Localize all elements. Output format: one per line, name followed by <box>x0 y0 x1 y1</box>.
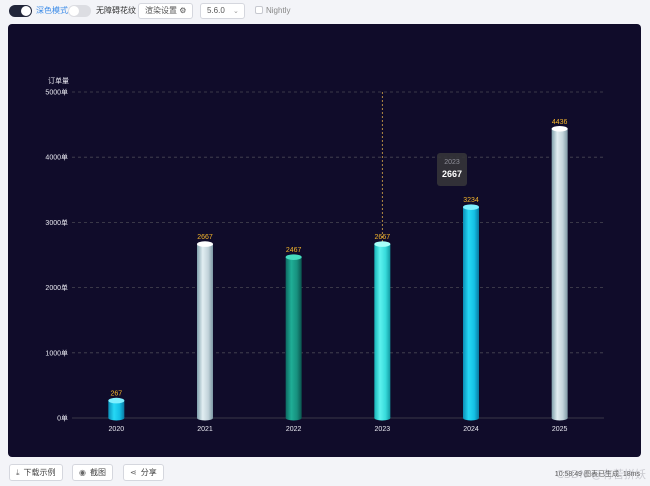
bar-layer: 267 2667 2467 2667 3234 4436 <box>108 119 568 421</box>
y-tick-label: 5000单 <box>45 88 68 97</box>
bottom-bar: ⤓ 下载示例 ◉ 截图 ⋖ 分享 10:58:49 图表已生成, 18ms CSDN … <box>0 461 650 486</box>
bar-base <box>285 415 302 421</box>
bar-base <box>551 415 568 421</box>
download-button[interactable]: ⤓ 下载示例 <box>9 464 63 481</box>
screenshot-button[interactable]: ◉ 截图 <box>72 464 113 481</box>
tooltip-value: 2667 <box>441 169 463 179</box>
axis-layer: 0单 1000单 2000单 3000单 4000单 5000单 2020 2021 2022 2… <box>45 88 567 434</box>
bar: 2667 <box>197 234 213 421</box>
share-icon: ⋖ <box>130 468 137 477</box>
version-select[interactable]: 5.6.0 ⌄ <box>200 3 245 19</box>
bar-value-label: 2467 <box>286 247 302 254</box>
grid-layer <box>72 91 604 419</box>
x-tick-label: 2024 <box>463 426 479 433</box>
version-value: 5.6.0 <box>207 6 225 15</box>
y-tick-label: 0单 <box>57 414 68 423</box>
render-settings-label: 渲染设置 <box>145 6 177 15</box>
watermark: CSDN @有苦拼妖 <box>556 468 646 481</box>
decal-toggle[interactable] <box>68 5 91 17</box>
bar-value-label: 3234 <box>463 197 479 204</box>
x-tick-label: 2020 <box>109 426 125 433</box>
tooltip-category: 2023 <box>444 159 460 166</box>
share-label: 分享 <box>140 468 157 477</box>
gear-icon: ⚙ <box>179 6 187 15</box>
bar-cap <box>551 125 568 132</box>
bar: 3234 <box>463 197 479 421</box>
download-label: 下载示例 <box>23 468 56 477</box>
decal-label: 无障碍花纹 <box>96 6 136 15</box>
x-tick-label: 2022 <box>286 426 302 433</box>
x-tick-label: 2023 <box>375 426 391 433</box>
bar-cap <box>197 241 213 247</box>
camera-icon: ◉ <box>79 468 86 477</box>
bar-base <box>374 415 391 421</box>
bar-cap <box>285 254 302 260</box>
bar-cap <box>108 397 125 404</box>
bar-value-label: 4436 <box>552 119 568 126</box>
chevron-down-icon: ⌄ <box>233 8 239 15</box>
bar: 2467 <box>285 247 302 421</box>
bar-cap <box>463 204 479 210</box>
bar-base <box>108 415 125 421</box>
bar: 4436 <box>551 119 568 421</box>
bar: 2667 <box>374 234 391 421</box>
bar: 267 <box>108 391 125 421</box>
bar-body <box>463 207 479 418</box>
y-axis-title: 订单量 <box>48 76 69 85</box>
bar-base <box>197 415 213 421</box>
y-tick-label: 2000单 <box>45 283 68 292</box>
dark-mode-label: 深色模式 <box>36 6 68 15</box>
y-tick-label: 4000单 <box>45 153 68 162</box>
nightly-checkbox[interactable] <box>255 6 263 14</box>
bar-body <box>285 257 302 418</box>
toggle-knob <box>21 6 31 16</box>
render-settings-button[interactable]: 渲染设置 ⚙ <box>138 3 194 19</box>
nightly-label: Nightly <box>266 6 291 15</box>
bar-body <box>551 128 568 418</box>
dark-mode-toggle[interactable] <box>9 5 32 17</box>
bar-chart: 订单量 0单 1000单 2000单 3000单 4000单 5000单 2020 2021 2… <box>45 76 604 434</box>
chart-panel: 订单量 0单 1000单 2000单 3000单 4000单 5000单 2020 2021 2… <box>8 24 641 457</box>
y-tick-label: 1000单 <box>45 348 68 357</box>
bar-cap <box>374 241 391 247</box>
screenshot-label: 截图 <box>89 468 106 477</box>
bar-body <box>197 244 213 418</box>
share-button[interactable]: ⋖ 分享 <box>123 464 164 481</box>
x-tick-label: 2021 <box>197 426 213 433</box>
x-tick-label: 2025 <box>552 426 568 433</box>
bar-value-label: 267 <box>110 391 122 398</box>
bar-body <box>374 244 391 418</box>
toggle-knob <box>69 6 79 16</box>
toolbar: 深色模式 无障碍花纹 渲染设置 ⚙ 5.6.0 ⌄ Nightly <box>0 0 650 22</box>
tooltip: 2023 2667 <box>437 153 467 186</box>
bar-base <box>463 415 479 421</box>
y-tick-label: 3000单 <box>45 218 68 227</box>
bar-value-label: 2667 <box>197 234 213 241</box>
download-icon: ⤓ <box>16 468 20 477</box>
bar-value-label: 2667 <box>375 234 391 241</box>
